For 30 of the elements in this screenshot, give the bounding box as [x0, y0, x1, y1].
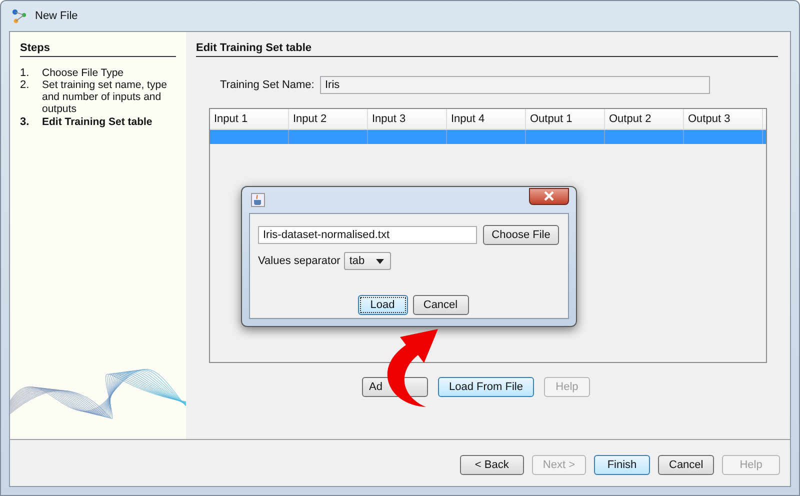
field-label: Training Set Name: — [220, 79, 316, 91]
wizard-button[interactable]: < Back — [460, 455, 524, 475]
dots-icon — [11, 8, 27, 24]
table-button[interactable]: Load From File — [438, 377, 534, 397]
column-header[interactable]: Output 2 — [605, 109, 684, 129]
step-item: 2. Set training set name, type and number of inputs and outputs — [20, 79, 168, 115]
dialog-button[interactable]: Load — [358, 295, 408, 315]
window-title: New File — [35, 10, 78, 22]
step-item: 1. Choose File Type — [20, 67, 125, 79]
column-header[interactable]: Input 1 — [210, 109, 289, 129]
column-header[interactable]: Input 2 — [289, 109, 368, 129]
column-header[interactable]: Input 3 — [368, 109, 447, 129]
steps-heading: Steps — [20, 42, 176, 57]
choose-file-button[interactable]: Choose File — [483, 225, 559, 245]
column-header[interactable]: Output 1 — [526, 109, 605, 129]
wizard-button[interactable]: Cancel — [658, 455, 714, 475]
wizard-button[interactable]: Finish — [594, 455, 650, 475]
panel-heading: Edit Training Set table — [196, 42, 778, 57]
separator-dropdown[interactable]: tab — [344, 252, 392, 270]
file-field[interactable]: Iris-dataset-normalised.txt — [258, 226, 477, 244]
caret-icon — [376, 258, 384, 264]
cup-icon — [251, 193, 265, 207]
separator-label: Values separator — [258, 255, 340, 267]
name-field[interactable]: Iris — [320, 76, 710, 94]
column-header[interactable]: Output 3 — [684, 109, 763, 129]
step-item: 3. Edit Training Set table — [20, 116, 154, 128]
close-button[interactable] — [529, 188, 569, 204]
dialog-button[interactable]: Cancel — [412, 295, 468, 315]
close-icon — [544, 191, 554, 201]
column-header[interactable]: Input 4 — [447, 109, 526, 129]
